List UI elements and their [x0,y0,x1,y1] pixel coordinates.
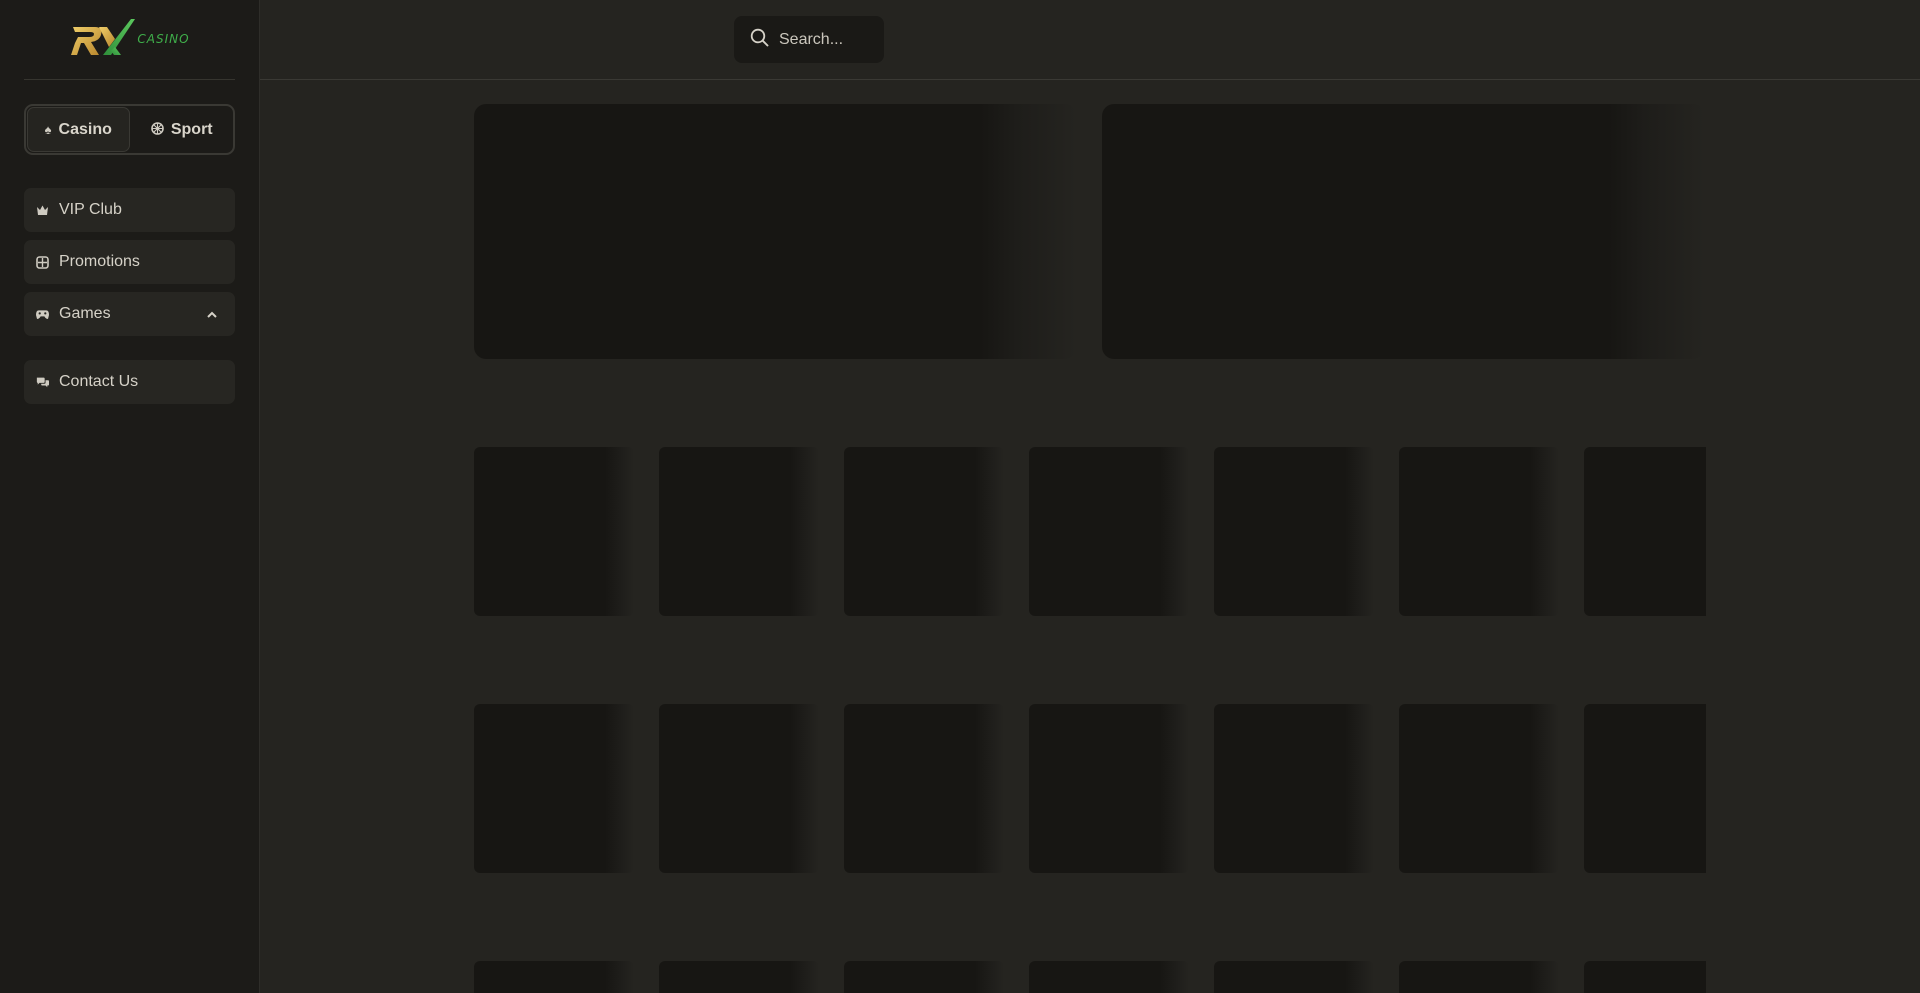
game-tile-placeholder[interactable] [659,704,819,873]
mode-switch: ♠ Casino Sport [24,104,235,155]
sidebar-item-label: Contact Us [59,373,139,390]
game-tile-placeholder[interactable] [1584,704,1706,873]
search-icon [750,28,769,52]
game-tile-placeholder[interactable] [474,961,634,993]
banner-placeholder[interactable] [1102,104,1705,359]
gamepad-icon [36,308,49,321]
game-tile-placeholder[interactable] [844,961,1004,993]
game-tile-placeholder[interactable] [1584,961,1706,993]
game-tile-placeholder[interactable] [1214,447,1374,616]
top-bar: Search... [260,0,1920,80]
game-tile-placeholder[interactable] [474,704,634,873]
game-tile-placeholder[interactable] [659,447,819,616]
chevron-up-icon[interactable] [207,305,217,323]
sidebar-item-games[interactable]: Games [24,292,235,336]
game-tile-placeholder[interactable] [844,447,1004,616]
casino-tab[interactable]: ♠ Casino [27,107,130,152]
game-tile-placeholder[interactable] [1399,704,1559,873]
game-tile-placeholder[interactable] [1214,961,1374,993]
sidebar-item-label: Games [59,305,111,322]
game-tile-placeholder[interactable] [474,447,634,616]
casino-tab-label: Casino [58,120,112,138]
search-placeholder: Search... [779,30,844,48]
logo-mark-icon [71,18,136,55]
game-tile-placeholder[interactable] [1399,961,1559,993]
search-input[interactable]: Search... [734,16,884,63]
sidebar-item-vip-club[interactable]: VIP Club [24,188,235,232]
sport-tab-label: Sport [170,120,213,138]
chat-icon [36,376,49,389]
gift-icon [36,255,49,269]
game-tile-placeholder[interactable] [1029,704,1189,873]
logo[interactable]: CASINO [24,0,235,80]
logo-text: CASINO [137,31,190,46]
game-tile-placeholder[interactable] [1584,447,1706,616]
ball-icon [151,121,164,138]
sidebar-item-contact-us[interactable]: Contact Us [24,360,235,404]
sidebar-item-promotions[interactable]: Promotions [24,240,235,284]
spade-icon: ♠ [44,122,52,137]
sport-tab[interactable]: Sport [132,107,233,152]
sidebar-item-label: VIP Club [59,201,122,218]
game-tile-placeholder[interactable] [1214,704,1374,873]
game-tile-placeholder[interactable] [1029,961,1189,993]
sidebar: CASINO ♠ Casino Sport VIP Club Promotion… [0,0,260,993]
sidebar-item-label: Promotions [59,253,140,270]
game-tile-placeholder[interactable] [844,704,1004,873]
crown-icon [36,204,49,217]
game-tile-placeholder[interactable] [1029,447,1189,616]
banner-placeholder[interactable] [474,104,1077,359]
game-tile-placeholder[interactable] [659,961,819,993]
game-tile-placeholder[interactable] [1399,447,1559,616]
